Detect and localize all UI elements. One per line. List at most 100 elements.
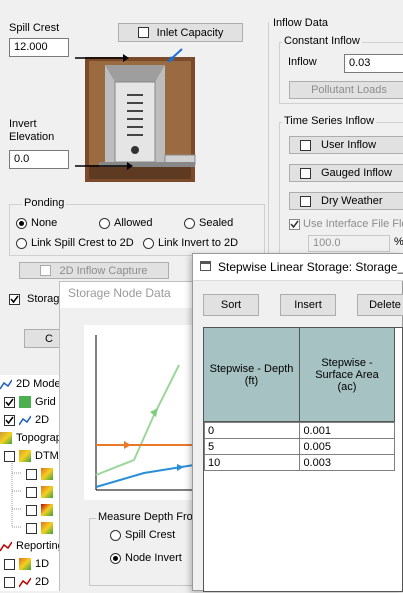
depth-cell[interactable]: 0 <box>203 422 301 439</box>
gauged-inflow-button[interactable]: Gauged Inflow <box>289 164 403 182</box>
interface-file-input[interactable]: 100.0 <box>308 235 390 252</box>
tree-item[interactable] <box>26 519 53 537</box>
sort-button[interactable]: Sort <box>203 294 259 316</box>
table-row[interactable]: 10 0.003 <box>203 454 395 471</box>
interface-file-checkbox[interactable] <box>289 218 300 230</box>
tree-item-checkbox[interactable] <box>26 504 37 516</box>
storage-curve-preview <box>84 325 195 500</box>
insert-button[interactable]: Insert <box>280 294 336 316</box>
table-row[interactable]: 0 0.001 <box>203 422 395 439</box>
tree-item[interactable] <box>26 483 53 501</box>
gauged-inflow-checkbox[interactable] <box>300 167 311 179</box>
ponding-allowed-radio[interactable] <box>99 217 110 229</box>
storage-checkbox[interactable] <box>9 293 20 305</box>
tree-item-checkbox[interactable] <box>26 468 37 480</box>
invert-elevation-input[interactable]: 0.0 <box>9 150 69 169</box>
storage-node-dialog-title: Storage Node Data <box>68 286 171 300</box>
tree-item-checkbox[interactable] <box>26 486 37 498</box>
tree-item[interactable] <box>26 465 53 483</box>
raster-icon <box>19 558 31 570</box>
stepwise-table: 0 0.001 5 0.005 10 0.003 <box>203 422 395 471</box>
area-cell[interactable]: 0.003 <box>299 454 395 471</box>
ponding-link-invert-option[interactable]: Link Invert to 2D <box>143 237 238 249</box>
tree-item-label: 2D <box>35 414 50 426</box>
storage-node-diagram <box>75 47 203 185</box>
tree-item[interactable]: DTM <box>4 447 59 465</box>
depth-cell[interactable]: 5 <box>203 438 301 455</box>
stepwise-dialog-title: Stepwise Linear Storage: Storage_fr <box>218 260 403 274</box>
ponding-link-spill-radio[interactable] <box>16 237 27 249</box>
tree-item[interactable]: 2D <box>4 573 49 591</box>
tree-item[interactable]: Grid <box>4 393 56 411</box>
inlet-capacity-checkbox[interactable] <box>137 27 149 38</box>
node-invert-option[interactable]: Node Invert <box>110 552 182 564</box>
raster-red-icon <box>41 504 53 516</box>
inflow-input[interactable]: 0.03 <box>344 54 403 73</box>
inflow-label: Inflow <box>288 56 317 68</box>
time-series-title: Time Series Inflow <box>282 115 377 127</box>
map-icon <box>0 378 13 390</box>
raster-icon <box>41 486 53 498</box>
ponding-link-invert-radio[interactable] <box>143 237 154 249</box>
flow-icon <box>18 414 32 426</box>
raster-icon <box>41 522 53 534</box>
dry-weather-button[interactable]: Dry Weather <box>289 192 403 210</box>
tree-item[interactable]: Topograp <box>0 429 62 447</box>
ponding-allowed-option[interactable]: Allowed <box>99 217 153 229</box>
tree-item[interactable] <box>26 501 53 519</box>
ponding-link-spill-option[interactable]: Link Spill Crest to 2D <box>16 237 134 249</box>
ponding-sealed-option[interactable]: Sealed <box>184 217 233 229</box>
table-row[interactable]: 5 0.005 <box>203 438 395 455</box>
inflow-capture-button[interactable]: 2D Inflow Capture <box>19 262 169 279</box>
interface-file-row[interactable]: Use Interface File Flo <box>289 218 403 230</box>
user-inflow-button[interactable]: User Inflow <box>289 136 403 154</box>
tree-item-checkbox[interactable] <box>4 396 15 408</box>
tree-item-label: 2D <box>35 576 50 588</box>
ponding-sealed-radio[interactable] <box>184 217 195 229</box>
depth-column-header[interactable]: Stepwise - Depth (ft) <box>204 328 300 422</box>
tree-item-checkbox[interactable] <box>4 450 15 462</box>
pollutant-loads-button[interactable]: Pollutant Loads <box>289 81 403 99</box>
tree-item-label: Reporting <box>16 540 64 552</box>
tree-item[interactable]: 2D Mode <box>0 375 61 393</box>
tree-item[interactable]: 2D <box>4 411 49 429</box>
area-cell[interactable]: 0.001 <box>299 422 395 439</box>
tree-item[interactable]: Reporting <box>0 537 64 555</box>
tree-item[interactable]: 1D <box>4 555 49 573</box>
inflow-capture-checkbox[interactable] <box>40 265 52 276</box>
spill-crest-option[interactable]: Spill Crest <box>110 529 175 541</box>
inlet-capacity-label: Inlet Capacity <box>156 26 224 39</box>
ponding-none-option[interactable]: None <box>16 217 57 229</box>
stepwise-titlebar[interactable]: Stepwise Linear Storage: Storage_fr <box>193 254 403 281</box>
constant-inflow-title: Constant Inflow <box>282 35 362 47</box>
raster-icon <box>41 468 53 480</box>
node-invert-radio[interactable] <box>110 552 121 564</box>
tree-item-label: Topograp <box>16 432 62 444</box>
inlet-capacity-button[interactable]: Inlet Capacity <box>118 23 243 42</box>
stepwise-grid[interactable]: Stepwise - Depth (ft) Stepwise - Surface… <box>203 327 403 592</box>
chart-icon <box>0 540 13 552</box>
tree-item-checkbox[interactable] <box>4 576 15 588</box>
inflow-data-title: Inflow Data <box>271 17 331 29</box>
delete-button[interactable]: Delete <box>357 294 403 316</box>
storage-check-row[interactable]: Storag <box>9 293 59 305</box>
ponding-none-radio[interactable] <box>16 217 27 229</box>
measure-depth-title: Measure Depth From <box>96 511 204 523</box>
tree-item-checkbox[interactable] <box>4 558 15 570</box>
area-column-header[interactable]: Stepwise - Surface Area (ac) <box>300 328 395 422</box>
depth-cell[interactable]: 10 <box>203 454 301 471</box>
dry-weather-checkbox[interactable] <box>300 195 311 207</box>
tree-item-checkbox[interactable] <box>4 414 15 426</box>
elevation-label: Elevation <box>9 131 55 143</box>
inflow-divider <box>268 22 269 272</box>
percent-label: % <box>394 236 403 248</box>
user-inflow-checkbox[interactable] <box>300 139 311 151</box>
ponding-title: Ponding <box>22 197 67 209</box>
tree-item-checkbox[interactable] <box>26 522 37 534</box>
spill-crest-input[interactable]: 12.000 <box>9 38 69 57</box>
spill-crest-radio[interactable] <box>110 529 121 541</box>
stepwise-dialog: Stepwise Linear Storage: Storage_fr Sort… <box>192 253 403 592</box>
spill-crest-label: Spill Crest <box>9 22 60 34</box>
chart-icon <box>18 576 32 588</box>
area-cell[interactable]: 0.005 <box>299 438 395 455</box>
